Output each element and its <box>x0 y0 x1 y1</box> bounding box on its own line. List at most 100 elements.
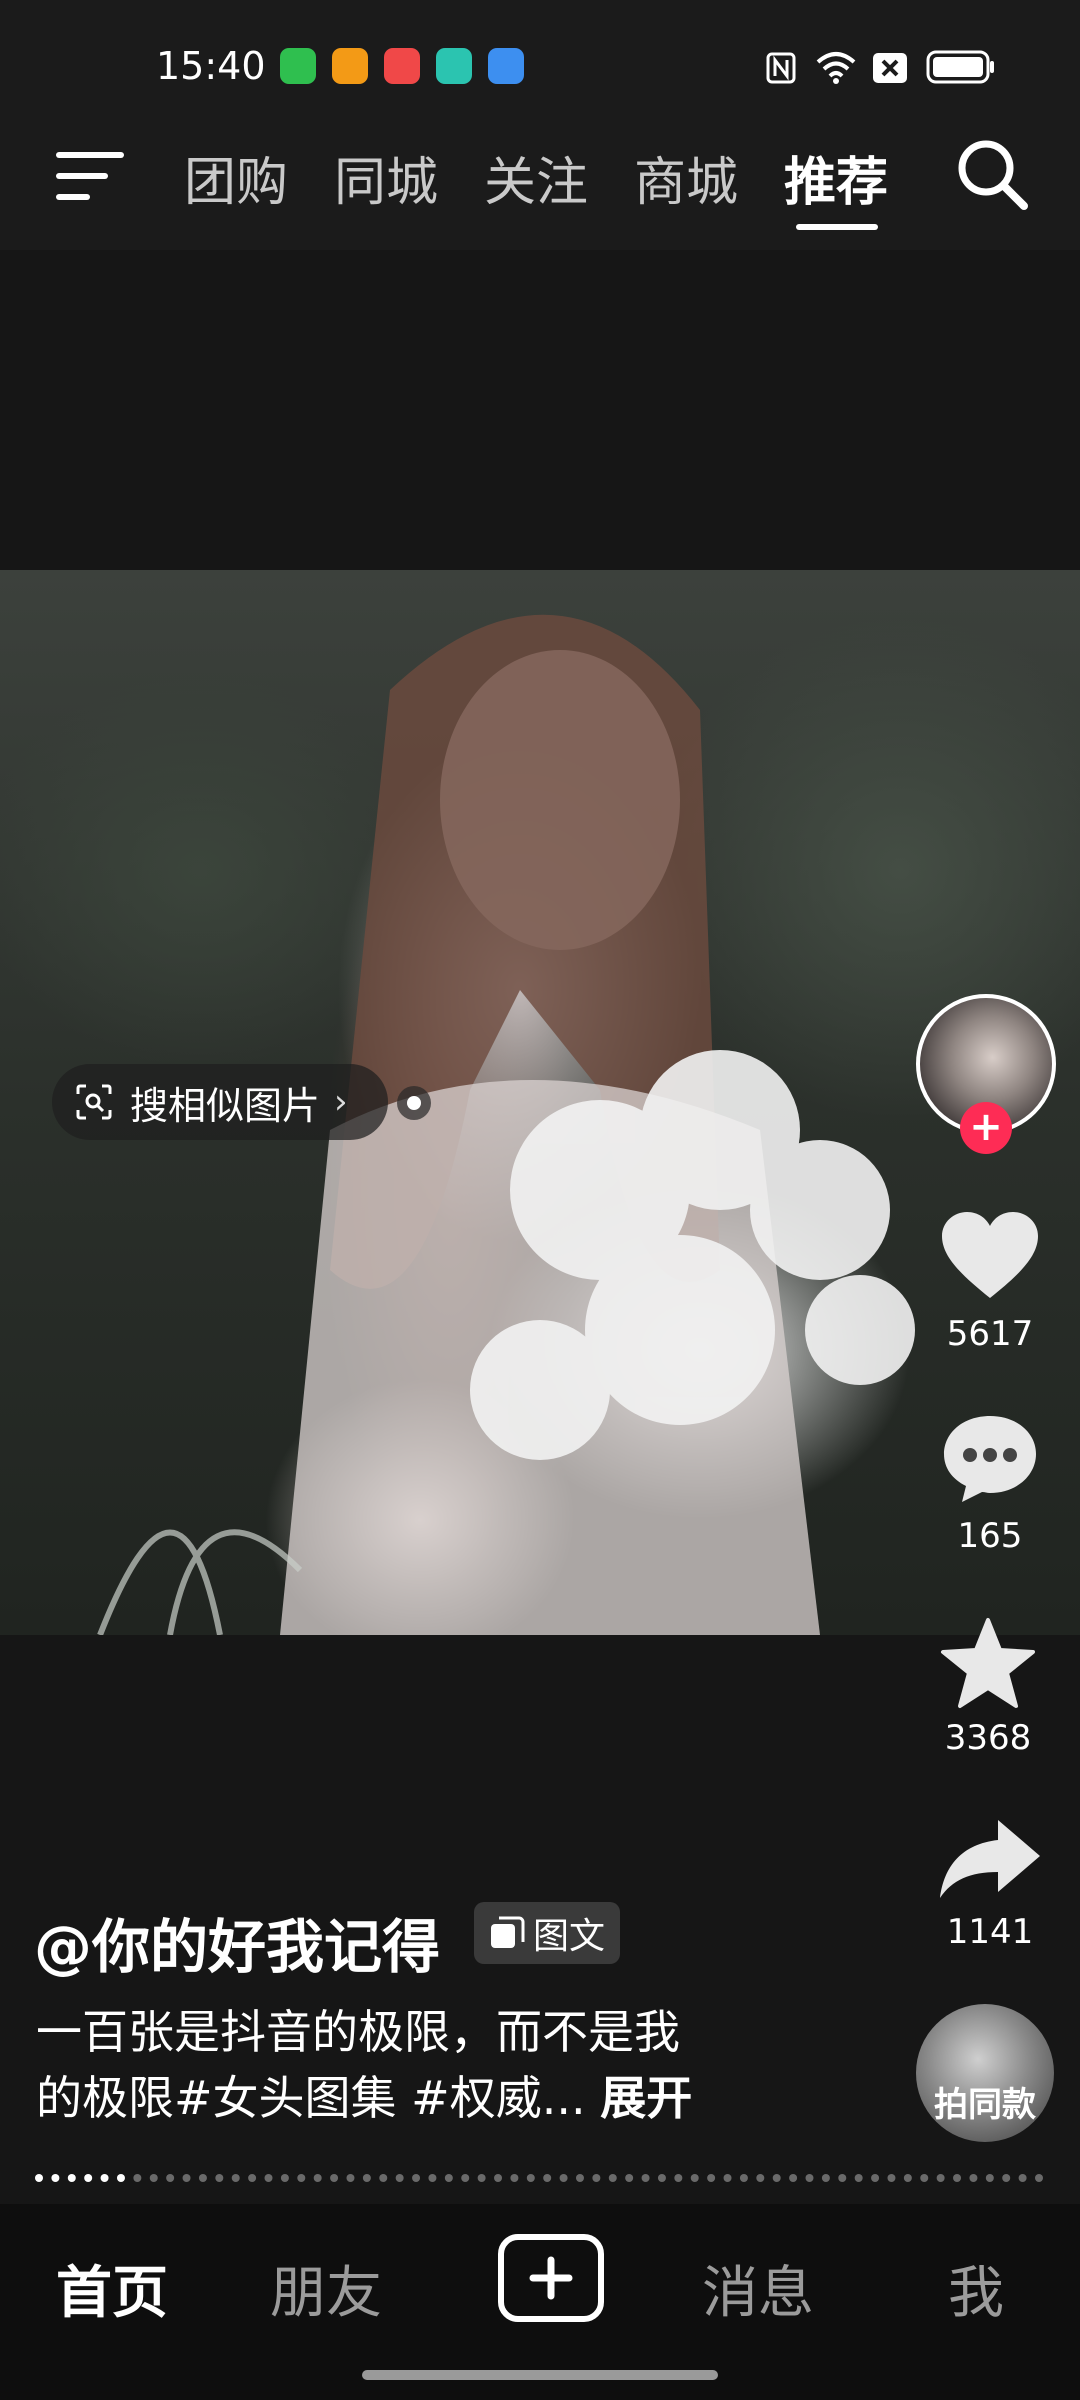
progress-dot <box>969 2174 978 2182</box>
wifi-icon <box>816 52 856 84</box>
home-indicator[interactable] <box>362 2370 718 2380</box>
progress-dot <box>346 2174 355 2182</box>
progress-dot <box>330 2174 339 2182</box>
progress-dot <box>51 2174 60 2182</box>
favorite-count: 3368 <box>944 1718 1032 1758</box>
progress-dot <box>477 2174 486 2182</box>
create-post-button[interactable] <box>498 2234 604 2322</box>
nav-home[interactable]: 首页 <box>56 2248 168 2329</box>
progress-dot <box>444 2174 453 2182</box>
progress-dot <box>248 2174 257 2182</box>
progress-dot <box>772 2174 781 2182</box>
chevron-right-icon: › <box>334 1082 348 1122</box>
progress-dot <box>657 2174 666 2182</box>
progress-dot <box>543 2174 552 2182</box>
like-count: 5617 <box>946 1314 1034 1354</box>
author-name[interactable]: @你的好我记得 <box>34 1900 440 1984</box>
share-arrow-icon[interactable] <box>938 1816 1042 1900</box>
progress-dot <box>789 2174 798 2182</box>
progress-dot <box>395 2174 404 2182</box>
same-style-button[interactable]: 拍同款 <box>916 2004 1054 2142</box>
like-heart-icon[interactable] <box>940 1210 1040 1302</box>
nav-messages[interactable]: 消息 <box>702 2248 814 2329</box>
progress-dot <box>264 2174 273 2182</box>
progress-dot <box>231 2174 240 2182</box>
nav-friends[interactable]: 朋友 <box>270 2248 382 2329</box>
search-similar-image-button[interactable]: 搜相似图片 › <box>52 1064 388 1140</box>
progress-dot <box>1002 2174 1011 2182</box>
progress-dot <box>871 2174 880 2182</box>
progress-dot <box>575 2174 584 2182</box>
progress-dot <box>953 2174 962 2182</box>
sim-off-icon <box>873 53 907 83</box>
progress-dot <box>379 2174 388 2182</box>
menu-icon[interactable] <box>56 148 126 204</box>
progress-dot <box>920 2174 929 2182</box>
progress-dot <box>280 2174 289 2182</box>
progress-dot <box>494 2174 503 2182</box>
image-progress-dots <box>35 2174 1043 2182</box>
progress-dot <box>936 2174 945 2182</box>
chat-app-icon <box>436 48 472 84</box>
progress-dot <box>887 2174 896 2182</box>
progress-dot <box>821 2174 830 2182</box>
progress-dot <box>723 2174 732 2182</box>
battery-icon <box>926 50 994 84</box>
weather-app-icon <box>488 48 524 84</box>
progress-dot <box>625 2174 634 2182</box>
progress-dot <box>985 2174 994 2182</box>
progress-dot <box>362 2174 371 2182</box>
tab-following[interactable]: 关注 <box>484 140 588 213</box>
progress-dot <box>100 2174 109 2182</box>
progress-dot <box>805 2174 814 2182</box>
comment-icon[interactable] <box>940 1412 1040 1506</box>
search-similar-label: 搜相似图片 <box>130 1083 321 1128</box>
progress-dot <box>149 2174 158 2182</box>
progress-dot <box>903 2174 912 2182</box>
caption-line-1: 一百张是抖音的极限，而不是我 <box>36 2005 680 2059</box>
status-time: 15:40 <box>156 44 266 88</box>
post-type-label: 图文 <box>532 1916 605 1957</box>
progress-dot <box>133 2174 142 2182</box>
image-scan-icon <box>76 1084 112 1120</box>
image-indicator-dot <box>397 1086 431 1120</box>
progress-dot <box>84 2174 93 2182</box>
plus-icon <box>529 2256 573 2300</box>
shield-app-icon <box>280 48 316 84</box>
progress-dot <box>739 2174 748 2182</box>
tab-nearby[interactable]: 同城 <box>334 140 438 213</box>
progress-dot <box>166 2174 175 2182</box>
progress-dot <box>526 2174 535 2182</box>
expand-caption-link[interactable]: 展开 <box>600 2071 692 2125</box>
image-text-icon <box>490 1916 525 1948</box>
progress-dot <box>707 2174 716 2182</box>
tab-group-buy[interactable]: 团购 <box>184 140 288 213</box>
progress-dot <box>412 2174 421 2182</box>
tab-mall[interactable]: 商城 <box>634 140 738 213</box>
caption-text: 的极限#女头图集 #权威... <box>36 2071 586 2125</box>
progress-dot <box>198 2174 207 2182</box>
progress-dot <box>641 2174 650 2182</box>
progress-dot <box>116 2174 125 2182</box>
progress-dot <box>35 2174 43 2182</box>
same-style-label: 拍同款 <box>934 2085 1036 2125</box>
progress-dot <box>313 2174 322 2182</box>
progress-dot <box>674 2174 683 2182</box>
progress-dot <box>854 2174 863 2182</box>
progress-dot <box>461 2174 470 2182</box>
search-icon[interactable] <box>954 136 1030 212</box>
progress-dot <box>690 2174 699 2182</box>
favorite-star-icon[interactable] <box>938 1616 1038 1712</box>
post-type-badge: 图文 <box>474 1902 620 1964</box>
progress-dot <box>1018 2174 1027 2182</box>
progress-dot <box>592 2174 601 2182</box>
progress-dot <box>510 2174 519 2182</box>
follow-plus-icon[interactable]: + <box>960 1102 1012 1154</box>
tab-recommended[interactable]: 推荐 <box>784 140 888 213</box>
caption-line-2: 的极限#女头图集 #权威... 展开 <box>36 2062 692 2128</box>
active-tab-indicator <box>796 224 878 230</box>
progress-dot <box>215 2174 224 2182</box>
nav-me[interactable]: 我 <box>948 2248 1004 2329</box>
progress-dot <box>559 2174 568 2182</box>
share-count: 1141 <box>946 1912 1034 1952</box>
